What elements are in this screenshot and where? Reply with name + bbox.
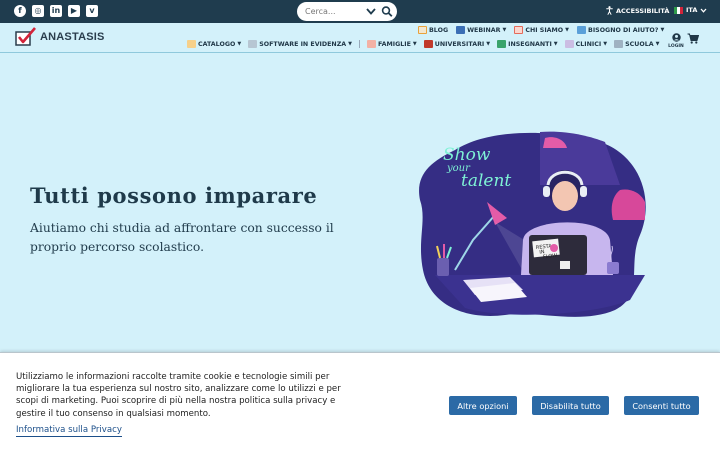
nav-clinici[interactable]: CLINICI ▼ [564, 40, 608, 48]
search-scope-chevron-icon[interactable] [365, 5, 377, 18]
accessibility-label: ACCESSIBILITÀ [616, 6, 670, 15]
mug [607, 262, 619, 274]
nav-software[interactable]: SOFTWARE IN EVIDENZA ▼ [248, 40, 352, 48]
insegnanti-icon [497, 40, 507, 48]
hero-illustration: Show your talent RESTA IN FLOW [419, 131, 646, 317]
nav-label: CLINICI [575, 40, 602, 48]
chevron-down-icon: ▼ [486, 41, 491, 47]
chevron-down-icon: ▼ [502, 27, 507, 33]
more-options-button[interactable]: Altre opzioni [449, 396, 517, 415]
nav-blog[interactable]: BLOG [418, 26, 448, 34]
chevron-down-icon: ▼ [412, 41, 417, 47]
chi-siamo-icon [514, 26, 524, 34]
chevron-down-icon: ▼ [348, 41, 353, 47]
chevron-down-icon: ▼ [660, 27, 665, 33]
accessibility-button[interactable]: ACCESSIBILITÀ [606, 6, 669, 15]
privacy-policy-link[interactable]: Informativa sulla Privacy [16, 424, 122, 437]
nav-label: SOFTWARE IN EVIDENZA [259, 40, 347, 48]
blog-icon [418, 26, 427, 34]
famiglie-icon [367, 40, 377, 48]
linkedin-icon[interactable]: in [50, 5, 62, 17]
nav-universitari[interactable]: UNIVERSITARI ▼ [423, 40, 491, 48]
nav-label: INSEGNANTI [508, 40, 552, 48]
scuola-icon [614, 40, 624, 48]
person-face [552, 181, 578, 211]
neon-text-talent: talent [461, 171, 511, 191]
logo-mark-icon [15, 27, 36, 46]
chevron-down-icon: ▼ [603, 41, 608, 47]
chevron-down-icon [700, 8, 707, 13]
italy-flag-icon [674, 6, 683, 14]
chevron-down-icon: ▼ [655, 41, 660, 47]
login-label: LOGIN [668, 44, 684, 49]
help-icon [577, 26, 587, 34]
chevron-down-icon: ▼ [565, 27, 570, 33]
nav-label: UNIVERSITARI [434, 40, 485, 48]
cookie-banner: Utilizziamo le informazioni raccolte tra… [0, 352, 720, 450]
top-bar: f ◎ in ▶ v ACCESSIBILITÀ ITA [0, 0, 720, 23]
disable-all-button[interactable]: Disabilita tutto [532, 396, 609, 415]
youtube-icon[interactable]: ▶ [68, 5, 80, 17]
vimeo-icon[interactable]: v [86, 5, 98, 17]
headphones-right [580, 186, 587, 197]
clinici-icon [564, 40, 574, 48]
accessibility-icon [606, 6, 613, 15]
main-nav: CATALOGO ▼ SOFTWARE IN EVIDENZA ▼ FAMIGL… [187, 40, 659, 48]
language-selector[interactable]: ITA [674, 6, 707, 14]
universitari-icon [423, 40, 433, 48]
software-icon [248, 40, 258, 48]
nav-label: WEBINAR [467, 26, 501, 34]
facebook-icon[interactable]: f [14, 5, 26, 17]
cart-small-icon [187, 40, 196, 48]
nav-chi-siamo[interactable]: CHI SIAMO ▼ [514, 26, 569, 34]
nav-scuola[interactable]: SCUOLA ▼ [614, 40, 659, 48]
logo[interactable]: ANASTASIS [15, 27, 105, 47]
accept-all-button[interactable]: Consenti tutto [624, 396, 699, 415]
nav-label: CATALOGO [198, 40, 236, 48]
neon-text-show: Show [443, 145, 491, 165]
nav-label: SCUOLA [625, 40, 654, 48]
login-button[interactable]: LOGIN [667, 33, 685, 49]
site-header: ANASTASIS BLOG WEBINAR ▼ CHI SIAMO ▼ BIS… [0, 23, 720, 53]
social-links: f ◎ in ▶ v [14, 5, 98, 17]
nav-label: CHI SIAMO [525, 26, 564, 34]
secondary-nav: BLOG WEBINAR ▼ CHI SIAMO ▼ BISOGNO DI AI… [418, 26, 664, 34]
chevron-down-icon: ▼ [553, 41, 558, 47]
logo-text: ANASTASIS [40, 31, 105, 43]
nav-label: BISOGNO DI AIUTO? [588, 26, 659, 34]
nav-famiglie[interactable]: FAMIGLIE ▼ [367, 40, 417, 48]
cookie-text: Utilizziamo le informazioni raccolte tra… [16, 372, 341, 419]
hero-title: Tutti possono imparare [30, 183, 318, 208]
webinar-icon [456, 26, 466, 34]
user-icon [671, 33, 681, 42]
nav-label: FAMIGLIE [378, 40, 411, 48]
nav-insegnanti[interactable]: INSEGNANTI ▼ [497, 40, 558, 48]
search-input[interactable] [305, 5, 363, 18]
nav-label: BLOG [429, 26, 449, 34]
instagram-icon[interactable]: ◎ [32, 5, 44, 17]
search-icon[interactable] [381, 5, 393, 18]
search-box [297, 2, 397, 21]
nav-help[interactable]: BISOGNO DI AIUTO? ▼ [577, 26, 664, 34]
nav-divider [359, 40, 361, 48]
headphones-left [543, 186, 550, 197]
chevron-down-icon: ▼ [237, 41, 242, 47]
nav-webinar[interactable]: WEBINAR ▼ [456, 26, 506, 34]
hero-subtitle: Aiutiamo chi studia ad affrontare con su… [30, 221, 334, 254]
cart-icon[interactable] [687, 33, 699, 44]
language-label: ITA [686, 6, 698, 14]
nav-catalogo[interactable]: CATALOGO ▼ [187, 40, 241, 48]
pencil-cup [437, 258, 449, 276]
